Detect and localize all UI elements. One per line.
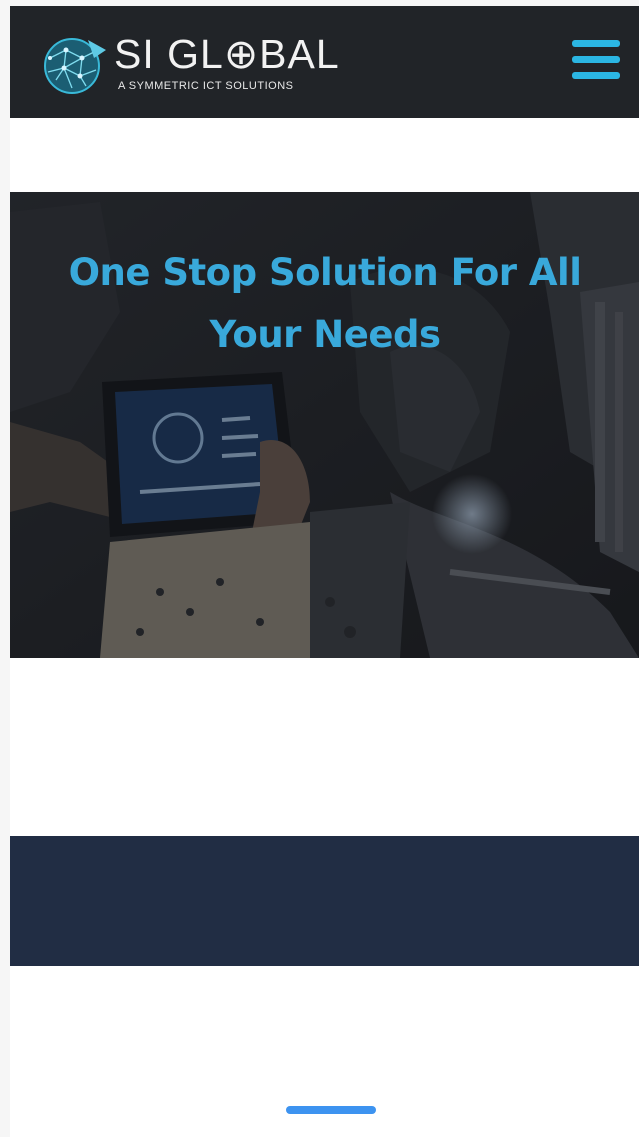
navbar: SI GL⊕BAL A SYMMETRIC ICT SOLUTIONS <box>10 6 639 118</box>
logo-name: SI GL⊕BAL <box>114 31 340 77</box>
dark-band-section <box>10 836 639 966</box>
menu-toggle-button[interactable] <box>570 34 622 84</box>
hamburger-menu-icon-bar-bottom <box>572 72 620 79</box>
page: SI GL⊕BAL A SYMMETRIC ICT SOLUTIONS One … <box>10 6 639 1137</box>
site-logo[interactable]: SI GL⊕BAL A SYMMETRIC ICT SOLUTIONS <box>36 28 346 100</box>
logo-tagline: A SYMMETRIC ICT SOLUTIONS <box>118 80 294 92</box>
globe-network-icon <box>44 38 106 94</box>
hero-title: One Stop Solution For All Your Needs <box>68 251 582 356</box>
hamburger-menu-icon-bar-top <box>572 40 620 47</box>
scroll-indicator <box>286 1106 376 1114</box>
hero-banner: One Stop Solution For All Your Needs <box>10 192 639 658</box>
hamburger-menu-icon-bar-middle <box>572 56 620 63</box>
